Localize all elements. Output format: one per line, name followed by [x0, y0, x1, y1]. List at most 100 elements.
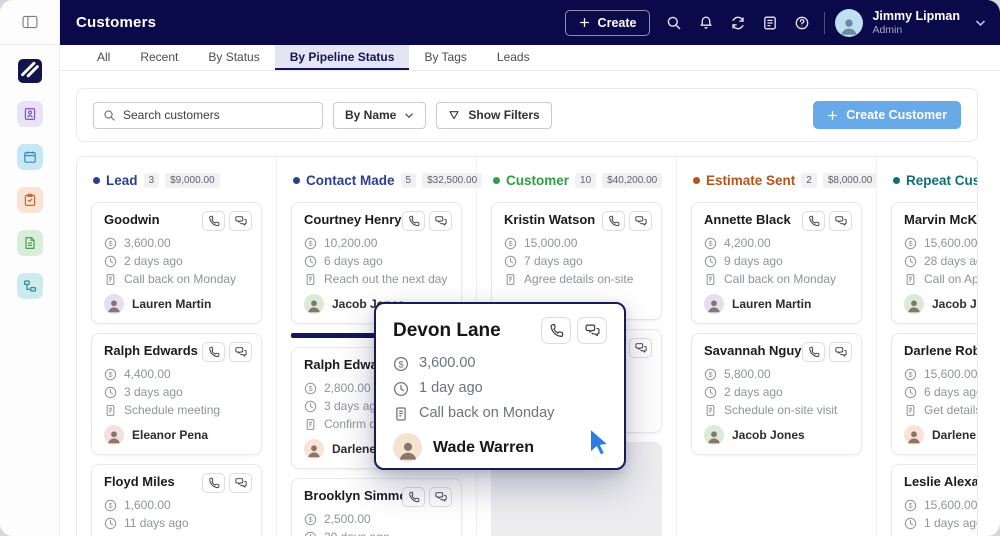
help-icon[interactable]: [788, 9, 816, 37]
svg-text:$: $: [908, 239, 912, 248]
svg-text:$: $: [308, 384, 312, 393]
card-age: 6 days ago: [324, 253, 383, 269]
tab-by-pipeline-status[interactable]: By Pipeline Status: [275, 45, 410, 70]
card-note: Get details about: [924, 402, 978, 418]
form-icon[interactable]: [756, 9, 784, 37]
avatar: [704, 425, 724, 445]
customer-card[interactable]: Leslie Alexander $15,600.00 1 days ago C…: [891, 464, 978, 536]
card-amount: 5,800.00: [724, 366, 771, 382]
phone-icon: [208, 477, 220, 489]
customer-card[interactable]: Darlene Robertson $15,600.00 6 days ago …: [891, 333, 978, 455]
card-amount: 4,200.00: [724, 235, 771, 251]
card-amount: 15,600.00: [924, 366, 977, 382]
column-total-badge: $40,200.00: [602, 173, 662, 188]
chat-button[interactable]: [229, 211, 252, 231]
card-amount: 2,500.00: [324, 511, 371, 527]
contacts-icon[interactable]: [17, 101, 43, 127]
chat-button[interactable]: [629, 338, 652, 358]
phone-button[interactable]: [802, 342, 825, 362]
phone-button[interactable]: [541, 317, 571, 344]
customer-card[interactable]: Floyd Miles $1,600.00 11 days ago Agree …: [91, 464, 262, 536]
note-icon: [704, 273, 717, 286]
chat-icon: [235, 477, 247, 489]
clock-icon: [704, 386, 717, 399]
calendar-icon[interactable]: [17, 144, 43, 170]
card-age: 2 days ago: [724, 384, 783, 400]
card-age: 1 days ago: [924, 515, 978, 531]
tab-all[interactable]: All: [82, 45, 125, 70]
user-role: Admin: [872, 24, 960, 36]
chat-icon: [635, 215, 647, 227]
phone-button[interactable]: [402, 211, 425, 231]
avatar: [904, 425, 924, 445]
status-dot-icon: [493, 177, 500, 184]
chat-icon: [835, 215, 847, 227]
phone-icon: [408, 491, 420, 503]
show-filters-button[interactable]: Show Filters: [436, 102, 551, 129]
documents-icon[interactable]: [17, 230, 43, 256]
column-count-badge: 2: [801, 173, 817, 188]
avatar: [393, 433, 422, 462]
phone-button[interactable]: [402, 487, 425, 507]
pipeline-icon[interactable]: [17, 273, 43, 299]
card-age: 11 days ago: [124, 515, 189, 531]
card-amount: 10,200.00: [324, 235, 377, 251]
tab-recent[interactable]: Recent: [125, 45, 193, 70]
customer-card[interactable]: Brooklyn Simmons $2,500.00 20 days ago: [291, 478, 462, 536]
card-owner: Darlene Robertson: [932, 428, 978, 442]
clock-icon: [304, 531, 317, 536]
tab-by-status[interactable]: By Status: [193, 45, 274, 70]
customer-card[interactable]: Annette Black $4,200.00 9 days ago Call …: [691, 202, 862, 324]
customer-card[interactable]: Marvin McKinney $15,600.00 28 days ago C…: [891, 202, 978, 324]
column-header: Repeat Customer: [893, 173, 978, 188]
search-icon[interactable]: [660, 9, 688, 37]
card-amount: 2,800.00: [324, 380, 371, 396]
sort-dropdown[interactable]: By Name: [333, 102, 426, 129]
phone-icon: [208, 346, 220, 358]
create-button[interactable]: Create: [565, 10, 651, 36]
customer-card[interactable]: Ralph Edwards $4,400.00 3 days ago Sched…: [91, 333, 262, 455]
card-age: 6 days ago: [924, 384, 978, 400]
avatar: [304, 294, 324, 314]
customer-card[interactable]: Goodwin $3,600.00 2 days ago Call back o…: [91, 202, 262, 324]
app-logo: [18, 59, 42, 83]
card-amount: 1,600.00: [124, 497, 171, 513]
card-note: Call back on Monday: [419, 404, 554, 423]
tab-by-tags[interactable]: By Tags: [409, 45, 481, 70]
user-menu[interactable]: Jimmy Lipman Admin: [835, 9, 986, 37]
phone-button[interactable]: [202, 342, 225, 362]
column-total-badge: $32,500.00: [422, 173, 482, 188]
chat-button[interactable]: [429, 487, 452, 507]
tasks-icon[interactable]: [17, 187, 43, 213]
status-dot-icon: [293, 177, 300, 184]
tab-leads[interactable]: Leads: [482, 45, 545, 70]
chat-button[interactable]: [829, 342, 852, 362]
phone-button[interactable]: [202, 473, 225, 493]
chat-button[interactable]: [629, 211, 652, 231]
chat-button[interactable]: [229, 473, 252, 493]
chat-button[interactable]: [229, 342, 252, 362]
chat-button[interactable]: [429, 211, 452, 231]
phone-button[interactable]: [602, 211, 625, 231]
search-input[interactable]: [123, 108, 313, 122]
phone-button[interactable]: [802, 211, 825, 231]
chat-button[interactable]: [829, 211, 852, 231]
card-note: Agree details on-site: [524, 271, 633, 287]
card-title: Devon Lane: [393, 320, 501, 342]
customer-card[interactable]: Savannah Nguyen $5,800.00 2 days ago Sch…: [691, 333, 862, 455]
note-icon: [504, 273, 517, 286]
panel-toggle-icon[interactable]: [16, 8, 44, 36]
sync-icon[interactable]: [724, 9, 752, 37]
create-customer-button[interactable]: Create Customer: [813, 101, 961, 129]
bell-icon[interactable]: [692, 9, 720, 37]
card-note: Call back on Monday: [724, 271, 836, 287]
phone-button[interactable]: [202, 211, 225, 231]
column-cards: Annette Black $4,200.00 9 days ago Call …: [691, 202, 862, 455]
amount-icon: $: [904, 368, 917, 381]
page-title: Customers: [76, 14, 156, 31]
chat-button[interactable]: [577, 317, 607, 344]
clock-icon: [704, 255, 717, 268]
svg-text:$: $: [908, 501, 912, 510]
amount-icon: $: [104, 499, 117, 512]
plus-icon: [579, 17, 590, 28]
